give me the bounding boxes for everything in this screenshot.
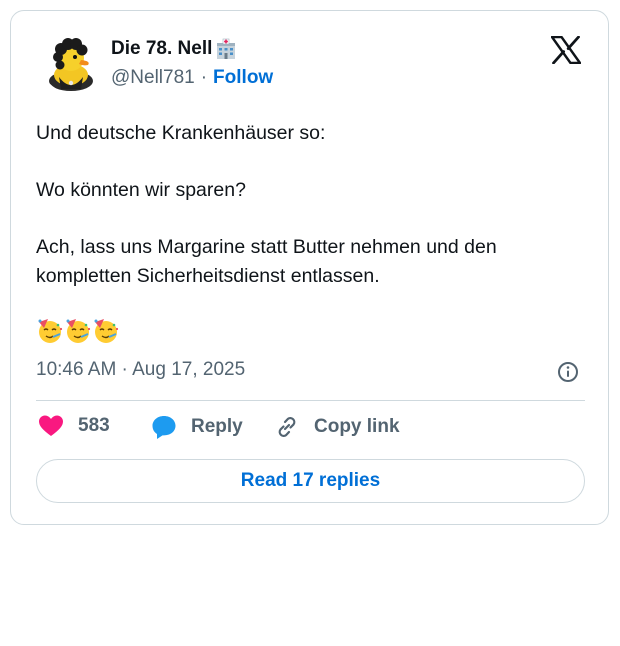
like-button[interactable]: 583 [38,414,110,438]
divider [36,400,585,401]
tweet-card: Die 78. Nell @Nell781 · Follow Und deuts… [10,10,609,525]
tweet-timestamp[interactable]: 10:46 AM · Aug 17, 2025 [36,359,245,381]
author-handle[interactable]: @Nell781 [111,67,195,89]
info-icon[interactable] [557,361,579,383]
reply-bubble-icon [152,416,176,439]
read-replies-button[interactable]: Read 17 replies [36,459,585,503]
reply-button[interactable]: Reply [151,414,243,440]
avatar[interactable] [41,31,103,93]
handle-row: @Nell781 · Follow [111,67,273,89]
tweet-line: Wo könnten wir sparen? [36,179,246,201]
partying-face-icon [66,319,91,343]
follow-button[interactable]: Follow [213,67,273,89]
copy-link-button[interactable]: Copy link [274,414,400,440]
tweet-line [36,290,591,319]
x-logo-icon[interactable] [551,36,581,64]
tweet-line: Ach, lass uns Margarine statt Butter neh… [36,236,497,258]
rubber-duck-avatar-icon [41,31,103,93]
separator: · [200,67,208,88]
link-icon [278,417,296,437]
emoji-row [36,317,120,345]
tweet-line [36,148,591,177]
tweet-line [36,205,591,234]
author-name-row: Die 78. Nell [111,38,237,60]
hospital-icon [215,38,237,60]
partying-face-icon [94,319,119,343]
tweet-text: Und deutsche Krankenhäuser so: Wo könnte… [36,119,591,319]
copy-link-label: Copy link [314,416,400,437]
reply-label: Reply [191,416,243,437]
display-name[interactable]: Die 78. Nell [111,38,212,60]
tweet-line: Und deutsche Krankenhäuser so: [36,122,326,144]
tweet-line: kompletten Sicherheitsdienst entlassen. [36,264,380,287]
partying-face-icon [38,319,63,343]
like-count: 583 [78,415,110,436]
heart-icon [39,415,63,436]
